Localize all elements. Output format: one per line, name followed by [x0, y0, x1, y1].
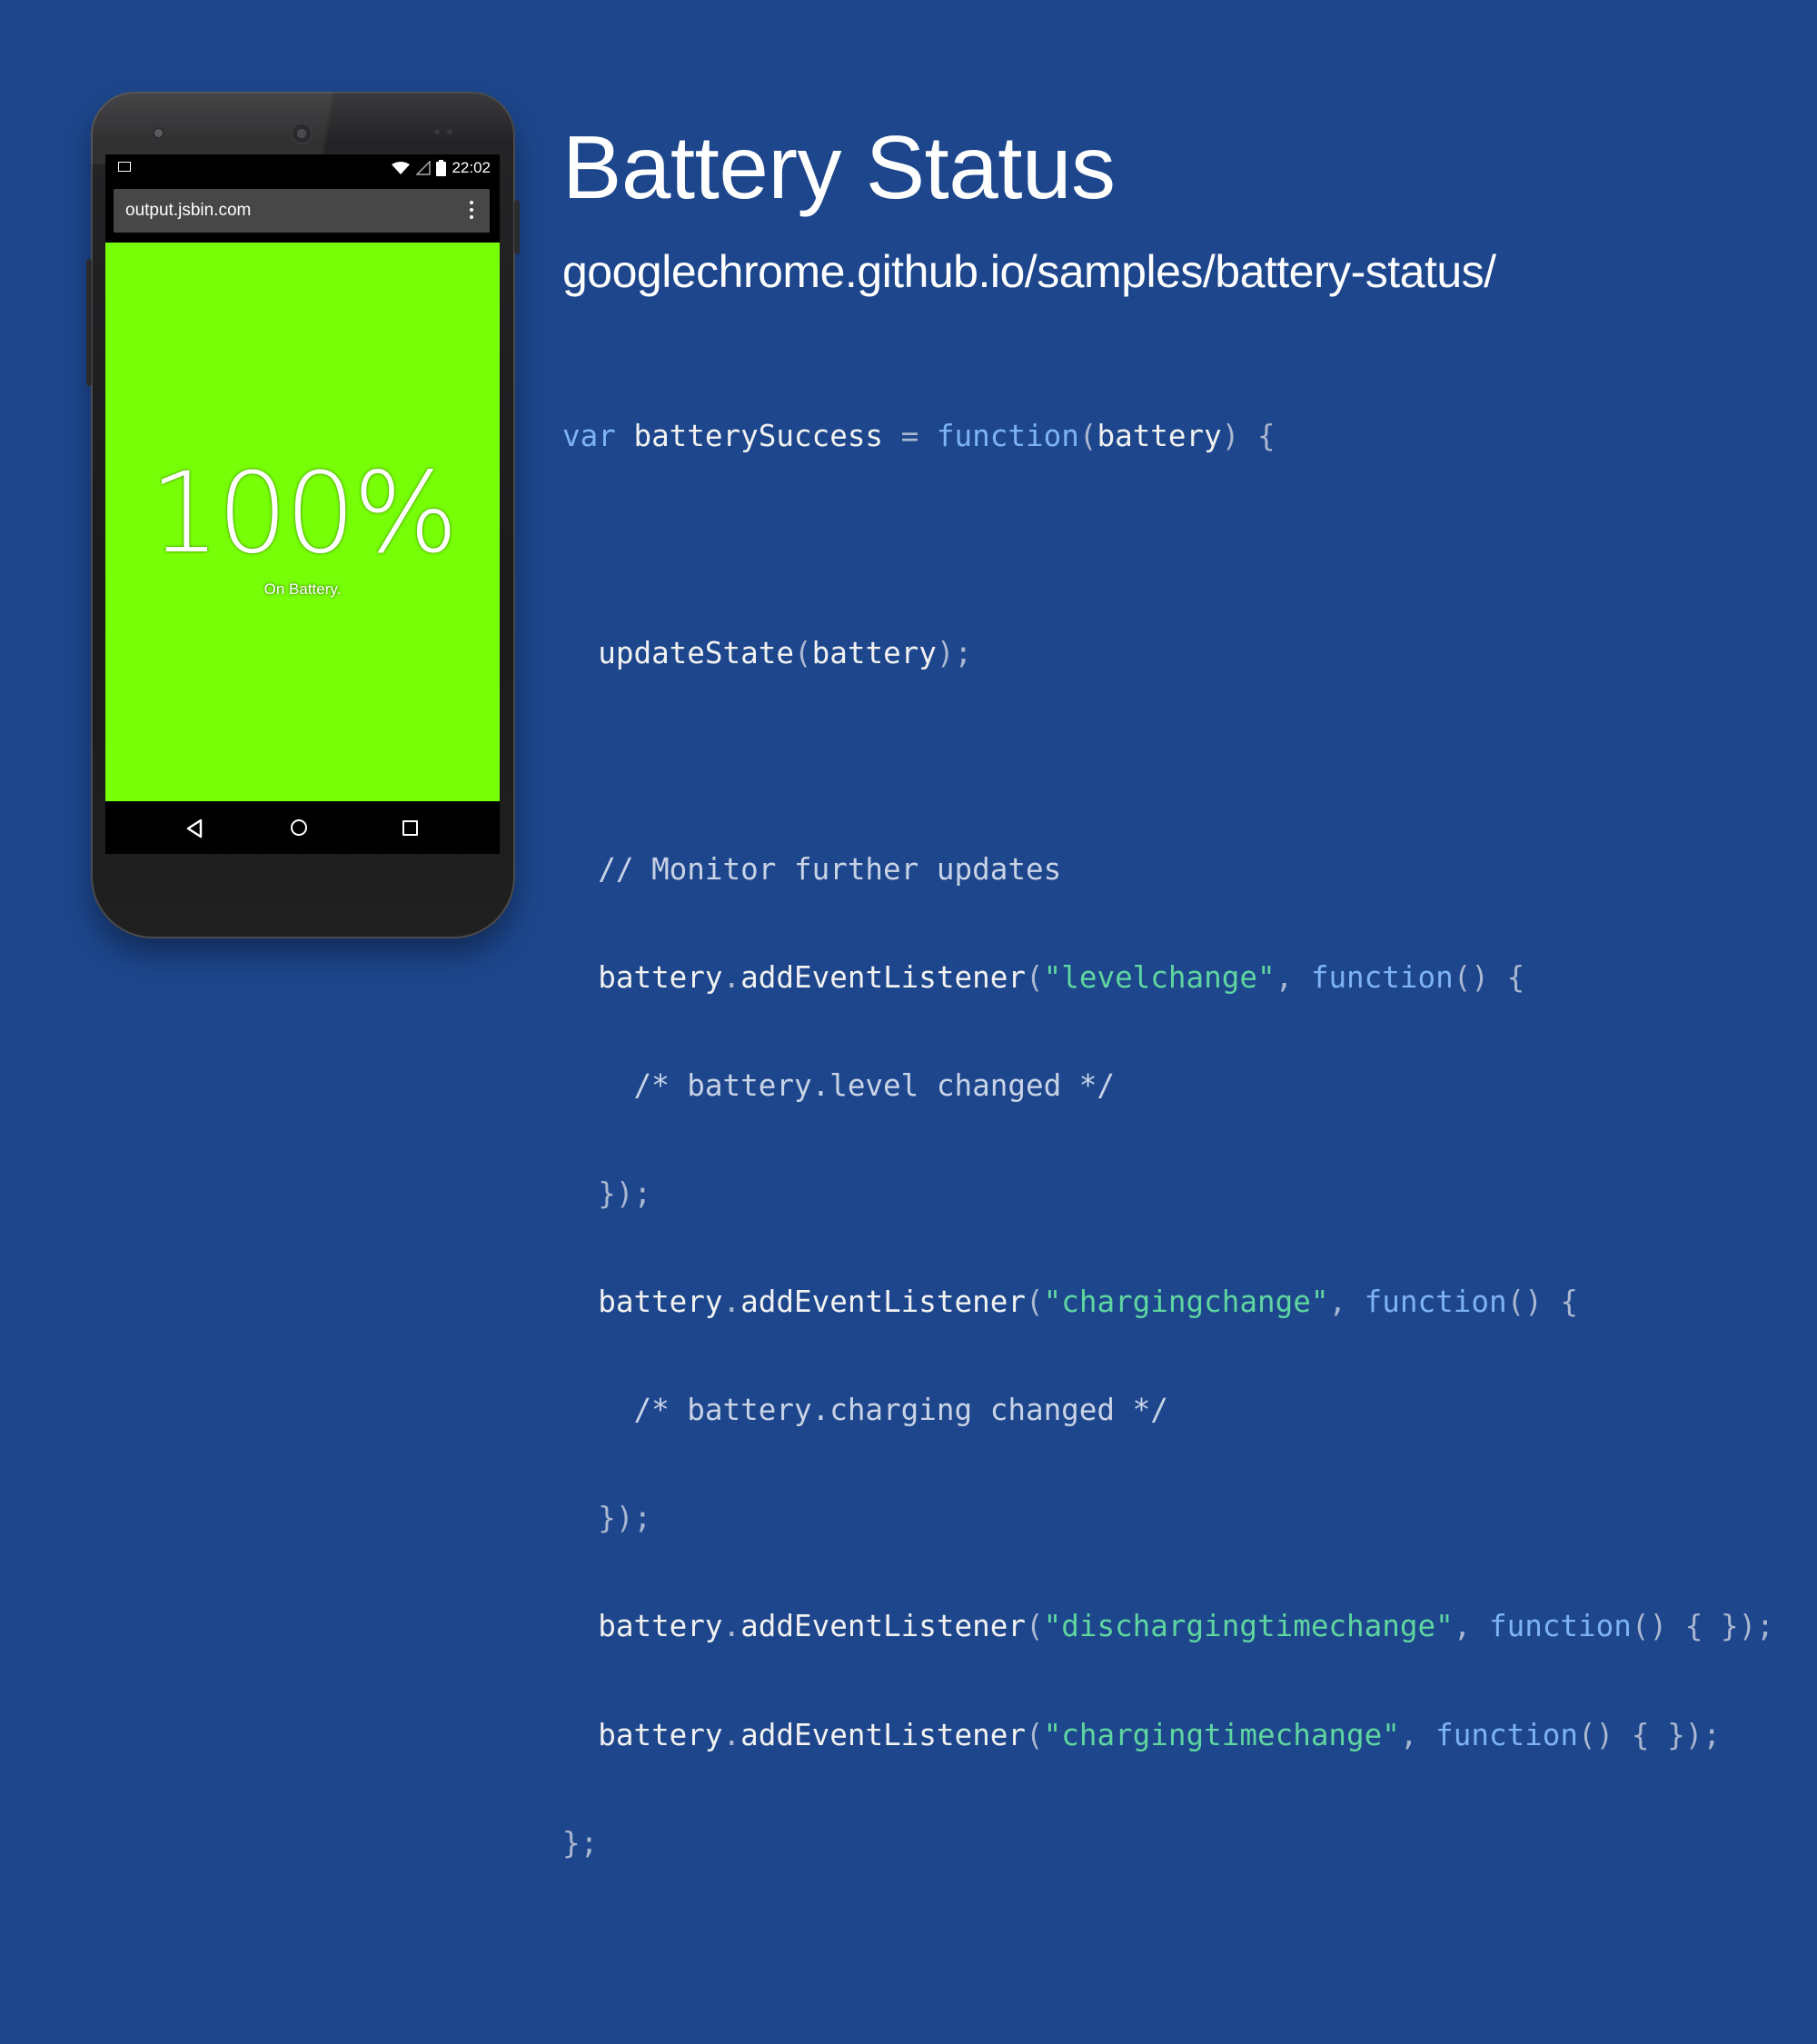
code-line: updateState(battery);	[562, 635, 973, 670]
sample-url: googlechrome.github.io/samples/battery-s…	[562, 246, 1496, 297]
home-icon[interactable]	[291, 819, 307, 836]
code-line: /* battery.charging changed */	[562, 1393, 1168, 1428]
code-line: battery.addEventListener("chargingtimech…	[562, 1717, 1721, 1752]
wifi-icon	[392, 162, 411, 174]
phone-screen: 22:02 output.jsbin.com 100% On Battery.	[105, 154, 500, 854]
cell-signal-icon	[416, 161, 432, 175]
code-line: };	[562, 1825, 599, 1860]
front-camera-icon	[154, 129, 163, 137]
proximity-sensor-icon	[434, 129, 440, 134]
volume-button	[86, 259, 92, 386]
light-sensor-icon	[447, 129, 452, 134]
code-line: battery.addEventListener("levelchange", …	[562, 959, 1525, 995]
code-line: });	[562, 1501, 652, 1536]
battery-icon	[436, 160, 447, 176]
code-line: });	[562, 1176, 652, 1212]
back-icon[interactable]	[185, 819, 204, 838]
battery-percent: 100%	[149, 449, 459, 578]
power-button	[514, 200, 520, 254]
browser-address-bar[interactable]: output.jsbin.com	[114, 189, 490, 233]
battery-state: On Battery.	[263, 580, 342, 598]
earpiece-speaker-icon	[291, 123, 313, 144]
code-block: var batterySuccess = function(battery) {…	[562, 347, 1774, 2044]
status-time: 22:02	[452, 159, 491, 176]
slide-title: Battery Status	[562, 117, 1116, 217]
image-notification-icon	[118, 162, 131, 172]
url-text[interactable]: output.jsbin.com	[125, 201, 251, 221]
code-line: // Monitor further updates	[562, 851, 1062, 887]
status-bar: 22:02	[105, 154, 500, 180]
android-nav-bar	[105, 801, 500, 854]
recent-apps-icon[interactable]	[402, 820, 418, 836]
page-content: 100% On Battery.	[105, 243, 500, 801]
code-line: var batterySuccess = function(battery) {	[562, 419, 1276, 454]
code-line: battery.addEventListener("chargingchange…	[562, 1285, 1579, 1320]
code-line: battery.addEventListener("dischargingtim…	[562, 1609, 1774, 1644]
overflow-menu-icon[interactable]	[470, 201, 473, 223]
code-line: navigator.getBattery().then(batterySucce…	[562, 2042, 1774, 2044]
code-line: /* battery.level changed */	[562, 1067, 1116, 1103]
